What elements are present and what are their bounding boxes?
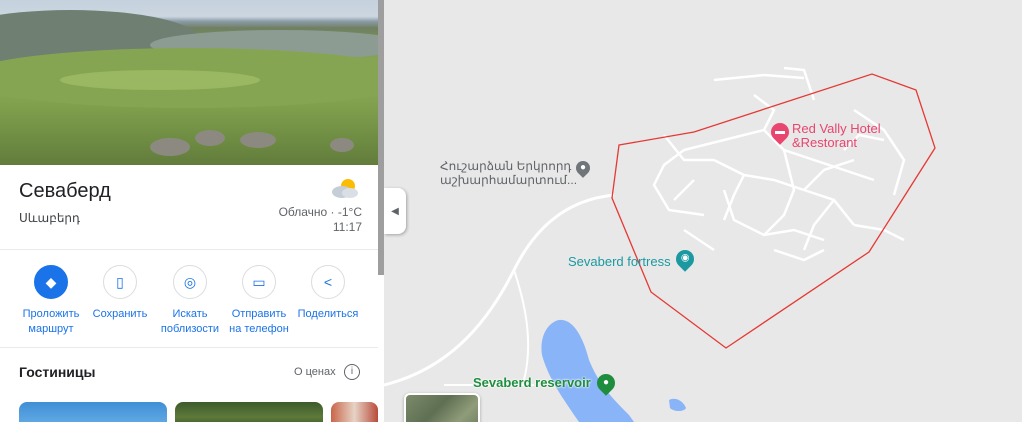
rock-shape — [240, 132, 276, 148]
info-icon[interactable]: i — [344, 364, 360, 380]
send-to-phone-icon: ▭ — [242, 265, 276, 299]
rock-shape — [330, 138, 354, 152]
hotel-card[interactable] — [19, 402, 167, 422]
map-canvas[interactable]: Հուշարձան Երկրորդ աշխարհամարտում... ● Se… — [384, 0, 1022, 422]
prices-info-link[interactable]: О ценах — [294, 366, 336, 378]
collapse-panel-button[interactable]: ◀ — [384, 188, 406, 234]
nearby-icon: ◎ — [173, 265, 207, 299]
landmark-label[interactable]: Հուշարձան Երկրորդ աշխարհամարտում... — [440, 159, 577, 187]
hero-photo[interactable] — [0, 0, 378, 165]
hotel-card[interactable] — [175, 402, 323, 422]
divider — [0, 249, 378, 250]
hotels-heading: Гостиницы — [19, 364, 96, 380]
weather-time: 11:17 — [332, 220, 362, 234]
place-subtitle: Սևաբերդ — [19, 211, 80, 225]
photo-thumbnail[interactable] — [404, 393, 480, 422]
share-icon: < — [311, 265, 345, 299]
chevron-left-icon: ◀ — [391, 205, 399, 217]
fortress-label[interactable]: Sevaberd fortress — [568, 254, 671, 269]
save-button[interactable]: ▯ Сохранить — [85, 265, 155, 322]
partly-cloudy-icon — [332, 179, 358, 198]
directions-icon: ◆ — [34, 265, 68, 299]
nearby-button[interactable]: ◎ Искать поблизости — [155, 265, 225, 337]
reservoir-label[interactable]: Sevaberd reservoir — [473, 375, 591, 390]
share-button[interactable]: < Поделиться — [293, 265, 363, 322]
divider — [0, 347, 378, 348]
hotel-card[interactable] — [331, 402, 378, 422]
directions-button[interactable]: ◆ Проложить маршрут — [16, 265, 86, 337]
place-panel: Севаберд Սևաբերդ Облачно · -1°C 11:17 ◆ … — [0, 0, 384, 422]
map-graphics — [384, 66, 936, 422]
bookmark-icon: ▯ — [103, 265, 137, 299]
send-to-phone-button[interactable]: ▭ Отправить на телефон — [224, 265, 294, 337]
place-title: Севаберд — [19, 180, 111, 202]
scrollbar[interactable] — [378, 0, 384, 275]
field-shape — [60, 70, 260, 90]
rock-shape — [195, 130, 225, 146]
rock-shape — [150, 138, 190, 156]
hotel-label[interactable]: Red Vally Hotel &Restorant — [792, 122, 881, 150]
weather-condition: Облачно · -1°C — [278, 205, 362, 219]
